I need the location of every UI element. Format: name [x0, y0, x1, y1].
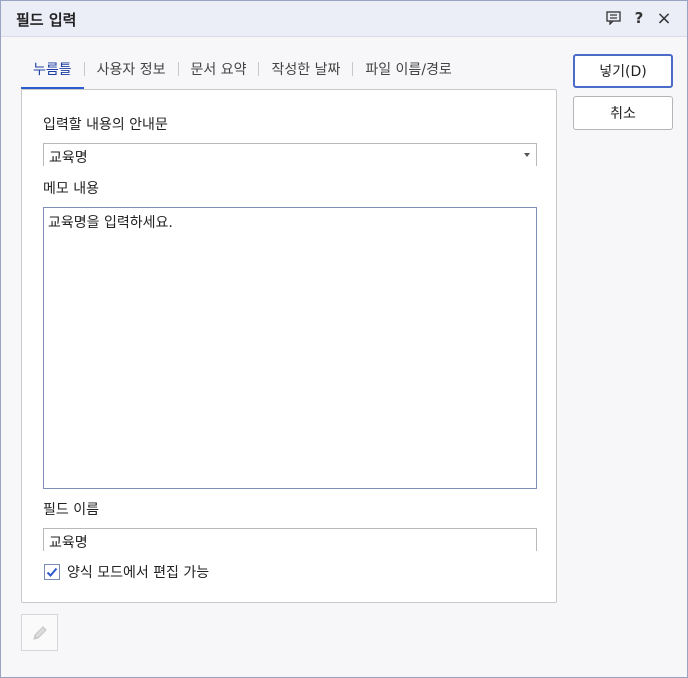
tab-panel: 입력할 내용의 안내문 교육명 메모 내용 교육명을 입력하세요. 필드 이름 …: [21, 89, 557, 603]
memo-textarea[interactable]: 교육명을 입력하세요.: [43, 207, 537, 489]
guide-combobox[interactable]: 교육명: [43, 143, 537, 166]
tab-file-path[interactable]: 파일 이름/경로: [353, 59, 463, 79]
field-name-label: 필드 이름: [43, 502, 99, 518]
titlebar: 필드 입력 ? ×: [1, 1, 687, 37]
dialog-title: 필드 입력: [16, 11, 77, 29]
pencil-icon: [32, 625, 47, 640]
help-icon[interactable]: ?: [630, 9, 648, 27]
tab-doc-summary[interactable]: 문서 요약: [179, 59, 259, 79]
cancel-button[interactable]: 취소: [573, 96, 673, 130]
guide-label: 입력할 내용의 안내문: [43, 117, 168, 133]
field-name-value: 교육명: [49, 535, 88, 551]
comment-icon[interactable]: [604, 9, 622, 27]
tab-user-info[interactable]: 사용자 정보: [85, 59, 178, 79]
editable-checkbox[interactable]: [44, 564, 60, 580]
editable-label: 양식 모드에서 편집 가능: [67, 565, 210, 581]
insert-button-label: 넣기(D): [599, 64, 647, 80]
tab-created-date[interactable]: 작성한 날짜: [259, 59, 352, 79]
field-input-dialog: 필드 입력 ? × 누름틀 사용자 정보 문서 요약 작성한 날짜 파일 이름/…: [0, 0, 688, 678]
memo-value: 교육명을 입력하세요.: [48, 215, 173, 231]
tab-field-click[interactable]: 누름틀: [21, 59, 84, 79]
close-icon[interactable]: ×: [655, 8, 673, 29]
insert-button[interactable]: 넣기(D): [573, 54, 673, 88]
dropdown-arrow-icon[interactable]: [524, 153, 530, 157]
checkmark-icon: [46, 567, 58, 577]
cancel-button-label: 취소: [610, 106, 636, 122]
tab-bar: 누름틀 사용자 정보 문서 요약 작성한 날짜 파일 이름/경로: [21, 57, 464, 81]
edit-pen-button[interactable]: [21, 614, 58, 651]
field-name-input[interactable]: 교육명: [43, 528, 537, 551]
guide-value: 교육명: [49, 150, 88, 166]
memo-label: 메모 내용: [43, 181, 99, 197]
